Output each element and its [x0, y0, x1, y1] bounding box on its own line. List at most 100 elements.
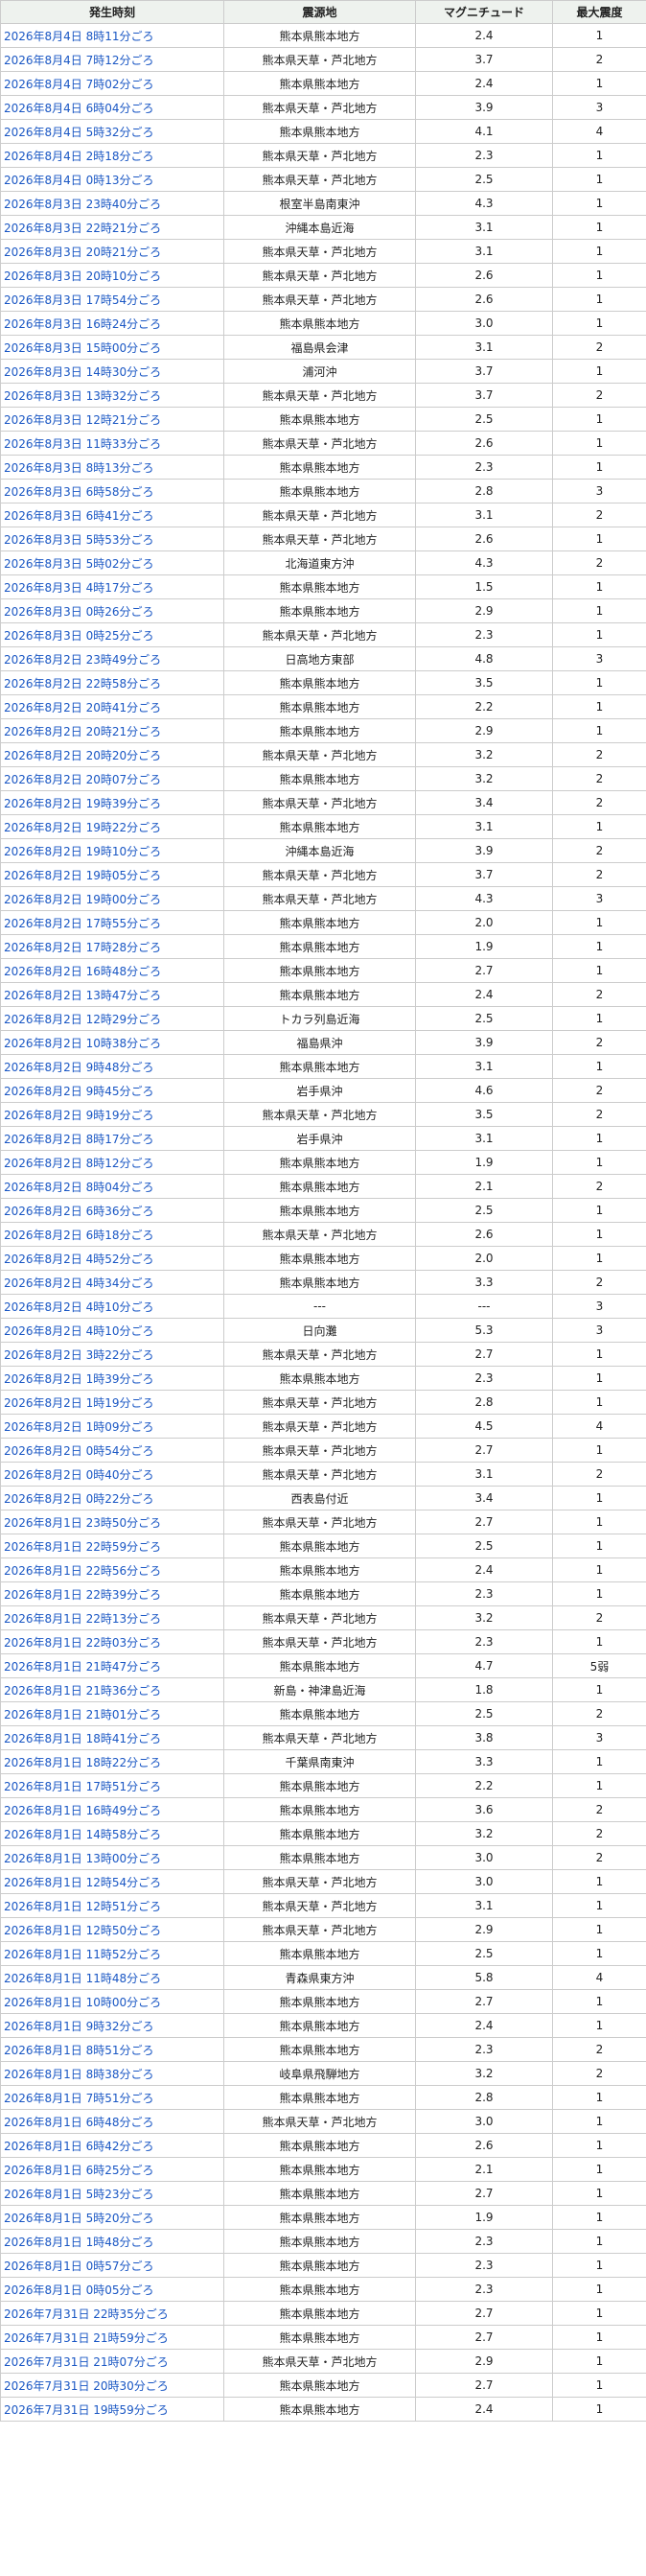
quake-time-link[interactable]: 2026年8月1日 21時36分ごろ	[4, 1684, 161, 1698]
quake-time-link[interactable]: 2026年8月3日 6時58分ごろ	[4, 485, 154, 499]
quake-time-link[interactable]: 2026年8月2日 19時22分ごろ	[4, 821, 161, 834]
quake-time-link[interactable]: 2026年8月2日 8時04分ごろ	[4, 1181, 154, 1194]
quake-time-link[interactable]: 2026年8月3日 5時53分ごろ	[4, 533, 154, 547]
quake-time-link[interactable]: 2026年8月2日 17時55分ごろ	[4, 917, 161, 930]
quake-time-link[interactable]: 2026年8月1日 17時51分ごろ	[4, 1780, 161, 1793]
quake-time-link[interactable]: 2026年8月2日 0時54分ごろ	[4, 1444, 154, 1458]
quake-time-link[interactable]: 2026年8月1日 6時42分ごろ	[4, 2140, 154, 2153]
quake-time-link[interactable]: 2026年8月1日 12時51分ごろ	[4, 1900, 161, 1913]
quake-time-link[interactable]: 2026年8月2日 0時22分ごろ	[4, 1492, 154, 1506]
quake-time-link[interactable]: 2026年8月1日 11時52分ごろ	[4, 1948, 161, 1961]
quake-time-link[interactable]: 2026年8月1日 5時23分ごろ	[4, 2188, 154, 2201]
quake-time-link[interactable]: 2026年8月2日 20時20分ごろ	[4, 749, 161, 762]
quake-time-link[interactable]: 2026年7月31日 21時07分ごろ	[4, 2355, 169, 2369]
quake-time-link[interactable]: 2026年8月3日 12時21分ごろ	[4, 413, 161, 427]
quake-time-link[interactable]: 2026年8月2日 4時34分ごろ	[4, 1276, 154, 1290]
quake-time-link[interactable]: 2026年8月1日 8時51分ごろ	[4, 2044, 154, 2057]
quake-time-link[interactable]: 2026年8月2日 8時17分ごろ	[4, 1133, 154, 1146]
quake-time-link[interactable]: 2026年8月3日 11時33分ごろ	[4, 437, 161, 451]
quake-time-link[interactable]: 2026年8月2日 20時21分ごろ	[4, 725, 161, 738]
quake-time-link[interactable]: 2026年8月2日 1時39分ごろ	[4, 1372, 154, 1386]
quake-time-link[interactable]: 2026年8月1日 6時48分ごろ	[4, 2116, 154, 2129]
quake-time-link[interactable]: 2026年8月1日 6時25分ごろ	[4, 2164, 154, 2177]
quake-time-link[interactable]: 2026年8月3日 5時02分ごろ	[4, 557, 154, 571]
quake-time-link[interactable]: 2026年8月3日 17時54分ごろ	[4, 293, 161, 307]
quake-time-link[interactable]: 2026年8月2日 9時48分ごろ	[4, 1061, 154, 1074]
quake-time-link[interactable]: 2026年8月1日 16時49分ごろ	[4, 1804, 161, 1817]
quake-time-link[interactable]: 2026年8月4日 7時12分ごろ	[4, 54, 154, 67]
quake-time-link[interactable]: 2026年8月2日 22時58分ごろ	[4, 677, 161, 691]
quake-time-link[interactable]: 2026年7月31日 19時59分ごろ	[4, 2403, 169, 2417]
quake-time-link[interactable]: 2026年8月1日 9時32分ごろ	[4, 2020, 154, 2033]
quake-time-link[interactable]: 2026年8月2日 19時10分ごろ	[4, 845, 161, 858]
quake-time-link[interactable]: 2026年8月3日 20時10分ごろ	[4, 269, 161, 283]
quake-time-link[interactable]: 2026年8月3日 8時13分ごろ	[4, 461, 154, 475]
quake-time-link[interactable]: 2026年8月4日 7時02分ごろ	[4, 78, 154, 91]
quake-time-link[interactable]: 2026年8月1日 13時00分ごろ	[4, 1852, 161, 1865]
quake-time-link[interactable]: 2026年8月1日 22時03分ごろ	[4, 1636, 161, 1650]
quake-time-link[interactable]: 2026年8月1日 22時59分ごろ	[4, 1540, 161, 1554]
quake-time-link[interactable]: 2026年8月1日 12時54分ごろ	[4, 1876, 161, 1889]
quake-time-link[interactable]: 2026年7月31日 22時35分ごろ	[4, 2307, 169, 2321]
quake-time-link[interactable]: 2026年8月2日 12時29分ごろ	[4, 1013, 161, 1026]
quake-time-link[interactable]: 2026年8月1日 8時38分ごろ	[4, 2068, 154, 2081]
quake-time-link[interactable]: 2026年8月2日 23時49分ごろ	[4, 653, 161, 667]
quake-time-link[interactable]: 2026年8月1日 11時48分ごろ	[4, 1972, 161, 1985]
quake-time-link[interactable]: 2026年8月3日 22時21分ごろ	[4, 222, 161, 235]
quake-time-link[interactable]: 2026年8月2日 6時18分ごろ	[4, 1229, 154, 1242]
quake-time-link[interactable]: 2026年8月1日 22時39分ごろ	[4, 1588, 161, 1602]
quake-time-link[interactable]: 2026年8月3日 23時40分ごろ	[4, 198, 161, 211]
quake-time-link[interactable]: 2026年8月2日 9時45分ごろ	[4, 1085, 154, 1098]
quake-time-link[interactable]: 2026年8月3日 15時00分ごろ	[4, 341, 161, 355]
quake-time-link[interactable]: 2026年8月1日 21時01分ごろ	[4, 1708, 161, 1721]
quake-time-link[interactable]: 2026年8月4日 8時11分ごろ	[4, 30, 154, 43]
quake-time-link[interactable]: 2026年8月2日 3時22分ごろ	[4, 1348, 154, 1362]
quake-time-link[interactable]: 2026年8月1日 12時50分ごろ	[4, 1924, 161, 1937]
quake-time-link[interactable]: 2026年7月31日 21時59分ごろ	[4, 2331, 169, 2345]
quake-time-link[interactable]: 2026年8月1日 1時48分ごろ	[4, 2236, 154, 2249]
quake-time-link[interactable]: 2026年8月1日 18時22分ごろ	[4, 1756, 161, 1769]
quake-time-link[interactable]: 2026年8月2日 1時09分ごろ	[4, 1420, 154, 1434]
quake-time-link[interactable]: 2026年8月1日 22時56分ごろ	[4, 1564, 161, 1578]
quake-time-link[interactable]: 2026年8月4日 0時13分ごろ	[4, 174, 154, 187]
quake-time-link[interactable]: 2026年8月3日 13時32分ごろ	[4, 389, 161, 403]
quake-time-link[interactable]: 2026年7月31日 20時30分ごろ	[4, 2379, 169, 2393]
quake-time-link[interactable]: 2026年8月4日 2時18分ごろ	[4, 150, 154, 163]
quake-time-link[interactable]: 2026年8月1日 22時13分ごろ	[4, 1612, 161, 1626]
quake-time-link[interactable]: 2026年8月2日 10時38分ごろ	[4, 1037, 161, 1050]
quake-time-link[interactable]: 2026年8月2日 1時19分ごろ	[4, 1396, 154, 1410]
quake-time-link[interactable]: 2026年8月2日 9時19分ごろ	[4, 1109, 154, 1122]
quake-time-link[interactable]: 2026年8月2日 4時52分ごろ	[4, 1253, 154, 1266]
quake-time-link[interactable]: 2026年8月3日 16時24分ごろ	[4, 317, 161, 331]
quake-time-link[interactable]: 2026年8月1日 7時51分ごろ	[4, 2092, 154, 2105]
quake-time-link[interactable]: 2026年8月1日 5時20分ごろ	[4, 2212, 154, 2225]
quake-time-link[interactable]: 2026年8月1日 14時58分ごろ	[4, 1828, 161, 1841]
quake-time-link[interactable]: 2026年8月3日 6時41分ごろ	[4, 509, 154, 523]
quake-time-link[interactable]: 2026年8月2日 17時28分ごろ	[4, 941, 161, 954]
quake-time-link[interactable]: 2026年8月2日 0時40分ごろ	[4, 1468, 154, 1482]
quake-time-link[interactable]: 2026年8月3日 0時25分ごろ	[4, 629, 154, 643]
quake-time-link[interactable]: 2026年8月3日 4時17分ごろ	[4, 581, 154, 595]
quake-time-link[interactable]: 2026年8月4日 6時04分ごろ	[4, 102, 154, 115]
quake-time-link[interactable]: 2026年8月3日 0時26分ごろ	[4, 605, 154, 619]
quake-time-link[interactable]: 2026年8月1日 0時57分ごろ	[4, 2260, 154, 2273]
quake-time-link[interactable]: 2026年8月1日 23時50分ごろ	[4, 1516, 161, 1530]
quake-time-link[interactable]: 2026年8月2日 4時10分ごろ	[4, 1300, 154, 1314]
quake-time-link[interactable]: 2026年8月1日 18時41分ごろ	[4, 1732, 161, 1745]
quake-time-link[interactable]: 2026年8月3日 14時30分ごろ	[4, 365, 161, 379]
quake-time-link[interactable]: 2026年8月2日 16時48分ごろ	[4, 965, 161, 978]
quake-time-link[interactable]: 2026年8月2日 19時00分ごろ	[4, 893, 161, 906]
quake-time-link[interactable]: 2026年8月2日 8時12分ごろ	[4, 1157, 154, 1170]
quake-time-link[interactable]: 2026年8月2日 20時07分ごろ	[4, 773, 161, 786]
quake-time-link[interactable]: 2026年8月2日 19時05分ごろ	[4, 869, 161, 882]
quake-time-link[interactable]: 2026年8月1日 21時47分ごろ	[4, 1660, 161, 1674]
quake-time-link[interactable]: 2026年8月2日 13時47分ごろ	[4, 989, 161, 1002]
quake-time-link[interactable]: 2026年8月2日 19時39分ごろ	[4, 797, 161, 810]
quake-time-link[interactable]: 2026年8月2日 4時10分ごろ	[4, 1324, 154, 1338]
quake-time-link[interactable]: 2026年8月3日 20時21分ごろ	[4, 246, 161, 259]
quake-time-link[interactable]: 2026年8月1日 10時00分ごろ	[4, 1996, 161, 2009]
quake-time-link[interactable]: 2026年8月2日 6時36分ごろ	[4, 1205, 154, 1218]
quake-time-link[interactable]: 2026年8月4日 5時32分ごろ	[4, 126, 154, 139]
quake-time-link[interactable]: 2026年8月1日 0時05分ごろ	[4, 2283, 154, 2297]
quake-time-link[interactable]: 2026年8月2日 20時41分ごろ	[4, 701, 161, 714]
